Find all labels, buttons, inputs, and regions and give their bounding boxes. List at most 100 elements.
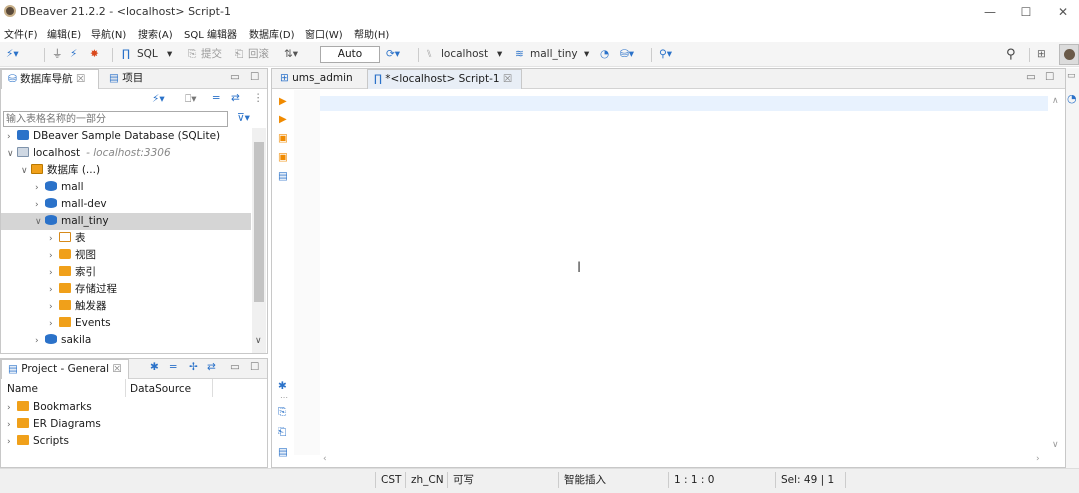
expand-icon[interactable]: › <box>7 417 17 434</box>
menu-database[interactable]: 数据库(D) <box>249 26 295 41</box>
active-datasource[interactable]: localhost <box>441 47 488 62</box>
maximize-view-icon[interactable]: ☐ <box>250 71 259 83</box>
expand-icon[interactable]: › <box>49 316 59 333</box>
settings-icon[interactable]: ✱ <box>278 380 287 392</box>
schema-dropdown-icon[interactable]: ▾ <box>584 47 589 62</box>
expand-icon[interactable]: › <box>7 434 17 451</box>
minimized-view-icon[interactable]: ◔ <box>1067 92 1077 105</box>
global-search-icon[interactable]: ⚲ <box>1006 47 1016 62</box>
scroll-down-icon[interactable]: ∨ <box>255 336 262 346</box>
rollback-button[interactable]: 回滚 <box>248 47 269 62</box>
expand-icon[interactable]: › <box>49 248 59 265</box>
load-script-icon[interactable]: ▤ <box>278 446 288 458</box>
active-schema[interactable]: mall_tiny <box>530 47 578 62</box>
execute-script-new-tab-icon[interactable]: ▣ <box>278 151 288 163</box>
close-button[interactable]: ✕ <box>1050 3 1076 21</box>
tab-ums-admin[interactable]: ⊞ ums_admin <box>274 69 359 89</box>
history-icon[interactable]: ⟳▾ <box>386 47 400 62</box>
expand-icon[interactable]: › <box>49 282 59 299</box>
menu-window[interactable]: 窗口(W) <box>305 26 343 41</box>
filter-icon[interactable]: ⊽▾ <box>237 112 250 124</box>
menu-edit[interactable]: 编辑(E) <box>47 26 81 41</box>
project-item-er-diagrams[interactable]: › ER Diagrams <box>7 416 101 433</box>
execute-new-tab-icon[interactable]: ▶ <box>279 114 287 125</box>
navigator-tree-item[interactable]: › DBeaver Sample Database (SQLite) <box>1 128 251 145</box>
link-editor-icon[interactable]: ⇄ <box>231 92 240 104</box>
sql-dropdown-icon[interactable]: ▾ <box>167 47 172 62</box>
expand-icon[interactable]: › <box>7 400 17 417</box>
close-tab-icon[interactable]: ☒ <box>503 73 512 85</box>
expand-icon[interactable]: › <box>35 180 45 197</box>
new-script-icon[interactable]: ⎗ <box>278 426 286 439</box>
expand-icon[interactable]: ✢ <box>189 361 198 373</box>
tab-projects[interactable]: ▤ 项目 <box>103 69 149 89</box>
navigator-tree-item[interactable]: ∨ 数据库 (...) <box>1 162 251 179</box>
close-tab-icon[interactable]: ☒ <box>112 363 121 375</box>
minimize-view-icon[interactable]: ▭ <box>230 361 240 373</box>
view-menu-icon[interactable]: ⋮ <box>253 92 264 104</box>
link-icon[interactable]: ⇄ <box>207 361 216 373</box>
expand-icon[interactable]: › <box>35 197 45 214</box>
navigator-scrollbar[interactable]: ∨ <box>252 128 266 353</box>
navigator-filter-input[interactable] <box>3 111 228 127</box>
navigator-tree-item[interactable]: ∨ mall_tiny <box>1 213 251 230</box>
editor-vscroll[interactable]: ∧ ∨ <box>1049 90 1064 455</box>
menu-sql-editor[interactable]: SQL 编辑器 <box>184 26 237 41</box>
collapse-icon[interactable]: ∨ <box>21 163 31 180</box>
menu-file[interactable]: 文件(F) <box>4 26 38 41</box>
menu-navigate[interactable]: 导航(N) <box>91 26 126 41</box>
scroll-up-icon[interactable]: ∧ <box>1052 96 1059 106</box>
sql-editor-button[interactable]: SQL <box>137 47 158 62</box>
collapse-icon[interactable]: ∨ <box>7 146 17 163</box>
tab-script-1[interactable]: ∏ *<localhost> Script-1 ☒ <box>367 69 522 89</box>
navigator-tree-item[interactable]: › mall-dev <box>1 196 251 213</box>
transaction-mode-box[interactable]: Auto <box>320 46 380 63</box>
navigator-tree-item[interactable]: › Events <box>1 315 251 332</box>
navigator-tree-item[interactable]: › 视图 <box>1 247 251 264</box>
column-header-name[interactable]: Name <box>7 383 38 395</box>
export-icon[interactable]: ⎘ <box>278 406 286 419</box>
menu-search[interactable]: 搜索(A) <box>138 26 173 41</box>
search-icon[interactable]: ⚲▾ <box>659 47 672 62</box>
column-header-datasource[interactable]: DataSource <box>130 383 191 395</box>
navigator-tree-item[interactable]: › 存储过程 <box>1 281 251 298</box>
tab-database-navigator[interactable]: ⛁ 数据库导航 ☒ <box>1 69 99 89</box>
project-item-scripts[interactable]: › Scripts <box>7 433 69 450</box>
collapse-all-icon[interactable]: ═ <box>213 92 219 104</box>
new-connection-icon[interactable]: ⚡▾ <box>6 47 19 62</box>
sql-editor-icon[interactable]: ∏ <box>122 47 130 62</box>
tab-project-general[interactable]: ▤ Project - General ☒ <box>1 359 129 379</box>
explain-plan-icon[interactable]: ▤ <box>278 170 288 182</box>
dbeaver-perspective-button[interactable] <box>1059 44 1079 65</box>
project-item-bookmarks[interactable]: › Bookmarks <box>7 399 92 416</box>
navigator-tree-item[interactable]: ∨ localhost - localhost:3306 <box>1 145 251 162</box>
execute-statement-icon[interactable]: ▶ <box>279 96 287 107</box>
navigator-tree-item[interactable]: › mall <box>1 179 251 196</box>
new-connection-icon[interactable]: ⚡▾ <box>152 93 165 105</box>
scroll-left-icon[interactable]: ‹ <box>323 454 327 464</box>
sql-text-area[interactable]: I <box>320 90 1048 455</box>
expand-icon[interactable]: › <box>49 231 59 248</box>
new-folder-icon[interactable]: ⎕▾ <box>185 93 197 106</box>
maximize-button[interactable]: ☐ <box>1013 3 1039 21</box>
project-config-icon[interactable]: ✱ <box>150 361 159 373</box>
close-tab-icon[interactable]: ☒ <box>76 73 85 85</box>
open-perspective-icon[interactable]: ⊞ <box>1037 47 1046 62</box>
minimize-button[interactable]: — <box>977 3 1003 21</box>
invalidate-icon[interactable]: ✸ <box>90 47 99 62</box>
datasource-dropdown-icon[interactable]: ▾ <box>497 47 502 62</box>
commit-button[interactable]: 提交 <box>201 47 222 62</box>
expand-icon[interactable]: › <box>7 129 17 146</box>
collapse-icon[interactable]: ∨ <box>35 214 45 231</box>
navigator-tree-item[interactable]: › sakila <box>1 332 251 349</box>
scrollbar-thumb[interactable] <box>254 142 264 302</box>
expand-icon[interactable]: › <box>49 299 59 316</box>
navigator-tree-item[interactable]: › 触发器 <box>1 298 251 315</box>
navigator-tree-item[interactable]: › 索引 <box>1 264 251 281</box>
maximize-editor-icon[interactable]: ☐ <box>1045 71 1054 83</box>
dashboard-icon[interactable]: ◔ <box>600 47 609 62</box>
editor-hscroll[interactable]: ‹ › <box>320 454 1048 467</box>
minimize-view-icon[interactable]: ▭ <box>230 71 240 83</box>
collapse-icon[interactable]: ═ <box>170 361 176 373</box>
transaction-mode-icon[interactable]: ⇅▾ <box>284 47 298 62</box>
